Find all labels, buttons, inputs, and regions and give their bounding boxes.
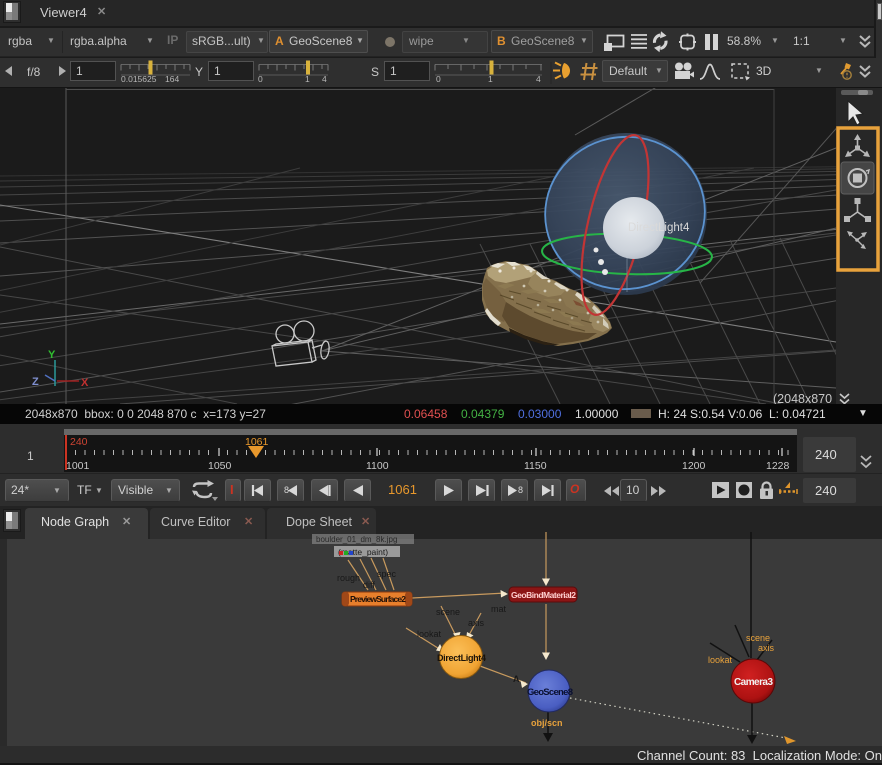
- svg-text:obj/scn: obj/scn: [531, 718, 563, 728]
- svg-text:8: 8: [284, 485, 289, 495]
- svg-text:boulder_01_dm_8k.jpg: boulder_01_dm_8k.jpg: [316, 535, 397, 544]
- svg-text:1: 1: [488, 74, 493, 84]
- svg-text:diff: diff: [363, 580, 375, 590]
- svg-text:rough: rough: [337, 573, 360, 583]
- svg-text:Camera3: Camera3: [734, 677, 773, 688]
- svg-text:0: 0: [258, 74, 263, 84]
- svg-text:1: 1: [305, 74, 310, 84]
- svg-text:Z: Z: [32, 376, 39, 388]
- svg-text:4: 4: [322, 74, 327, 84]
- svg-text:0.015625: 0.015625: [121, 74, 157, 84]
- svg-text:lookat: lookat: [708, 655, 733, 665]
- svg-text:axis: axis: [468, 618, 485, 628]
- svg-text:axis: axis: [758, 643, 775, 653]
- svg-text:Y: Y: [48, 349, 56, 361]
- svg-text:lookat: lookat: [417, 629, 442, 639]
- svg-text:mat: mat: [491, 604, 507, 614]
- svg-text:164: 164: [165, 74, 179, 84]
- svg-text:8: 8: [518, 485, 523, 495]
- svg-text:DirectLight4: DirectLight4: [437, 653, 486, 663]
- svg-text:4: 4: [536, 74, 541, 84]
- svg-text:GeoScene8: GeoScene8: [527, 687, 573, 698]
- svg-text:X: X: [81, 377, 89, 389]
- svg-text:GeoBindMaterial2: GeoBindMaterial2: [511, 590, 576, 600]
- svg-text:spec: spec: [377, 569, 397, 579]
- svg-text:(2048x870: (2048x870: [773, 392, 832, 404]
- svg-text:PreviewSurface2: PreviewSurface2: [350, 594, 406, 604]
- svg-text:scene: scene: [436, 607, 460, 617]
- svg-text:scene: scene: [746, 633, 770, 643]
- svg-text:A: A: [513, 674, 520, 684]
- svg-text:DirectLight4: DirectLight4: [628, 222, 690, 234]
- svg-text:0: 0: [436, 74, 441, 84]
